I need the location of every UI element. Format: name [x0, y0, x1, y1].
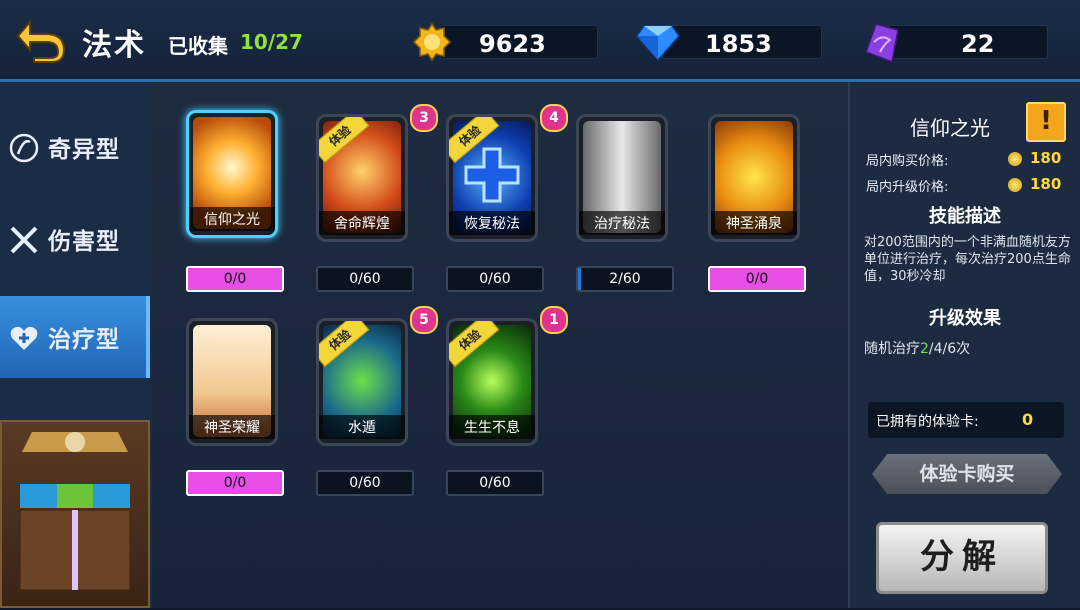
tab-damage[interactable]: 伤害型	[0, 198, 150, 280]
card-name: 神圣荣耀	[189, 415, 275, 439]
spell-card-endless-life[interactable]: 体验 生生不息	[446, 318, 538, 446]
diamond-icon	[636, 25, 680, 62]
diamond-value: 1853	[705, 30, 772, 58]
upgrade-effect-text: 随机治疗2/4/6次	[864, 338, 970, 358]
spell-card-sacrifice-glory[interactable]: 体验 舍命辉煌	[316, 114, 408, 242]
heart-plus-icon	[10, 326, 38, 350]
tab-heal-label: 治疗型	[48, 327, 120, 353]
detail-spell-name: 信仰之光	[910, 116, 990, 140]
upgrade-suffix: /4/6次	[928, 341, 971, 357]
collected-count: 10/27	[240, 30, 303, 54]
card-name: 舍命辉煌	[319, 211, 405, 235]
card-progress: 0/60	[316, 470, 414, 496]
card-name: 信仰之光	[189, 207, 275, 231]
card-name: 神圣涌泉	[711, 211, 797, 235]
card-name: 水遁	[319, 415, 405, 439]
diamond-counter: 1853	[662, 25, 822, 59]
tab-damage-label: 伤害型	[48, 229, 120, 255]
gold-counter: 9623	[440, 25, 598, 59]
tab-heal[interactable]: 治疗型	[0, 296, 150, 378]
info-warning-button[interactable]: !	[1026, 102, 1066, 142]
upgrade-price-value: 180	[1030, 175, 1062, 193]
card-progress: 0/60	[446, 266, 544, 292]
spell-card-holy-glory[interactable]: 神圣荣耀	[186, 318, 278, 446]
spell-grid: 信仰之光 0/0 体验 舍命辉煌 3 0/60 体验 恢复秘法 4 0/60 治…	[152, 82, 848, 608]
tab-strange-label: 奇异型	[48, 137, 120, 163]
card-progress: 0/60	[316, 266, 414, 292]
coin-icon	[1008, 152, 1022, 166]
swirl-icon	[9, 133, 39, 163]
card-progress: 0/60	[446, 470, 544, 496]
skill-description: 对200范围内的一个非满血随机友方单位进行治疗，每次治疗200点生命值，30秒冷…	[864, 235, 1071, 284]
upgrade-prefix: 随机治疗	[864, 341, 920, 357]
count-badge: 4	[540, 104, 568, 132]
card-progress: 0/0	[186, 470, 284, 496]
spell-card-holy-spring[interactable]: 神圣涌泉	[708, 114, 800, 242]
crystal-counter: 22	[888, 25, 1048, 59]
gold-value: 9623	[479, 30, 546, 58]
count-badge: 5	[410, 306, 438, 334]
crystal-value: 22	[961, 30, 995, 58]
collected-label: 已收集	[168, 34, 228, 58]
spell-detail-panel: 信仰之光 ! 局内购买价格: 180 局内升级价格: 180 技能描述 对200…	[848, 82, 1080, 608]
crossed-swords-icon	[10, 226, 38, 254]
upgrade-effect-heading: 升级效果	[929, 308, 1001, 329]
tab-strange[interactable]: 奇异型	[0, 106, 150, 188]
top-bar: 法术 已收集 10/27 9623 1853 22	[0, 0, 1080, 82]
gold-gear-icon	[412, 22, 452, 62]
treasure-chest-shop[interactable]	[0, 420, 150, 608]
page-title: 法术	[82, 28, 146, 63]
purple-crystal-icon	[865, 23, 899, 64]
buy-price-label: 局内购买价格:	[866, 154, 949, 169]
skill-desc-heading: 技能描述	[929, 206, 1001, 227]
card-name: 恢复秘法	[449, 211, 535, 235]
buy-trial-card-button[interactable]: 体验卡购买	[872, 454, 1062, 494]
coin-icon	[1008, 178, 1022, 192]
owned-label: 已拥有的体验卡:	[876, 414, 979, 430]
upgrade-current: 2	[920, 341, 929, 357]
owned-trial-cards: 已拥有的体验卡: 0	[868, 402, 1064, 438]
card-name: 治疗秘法	[579, 211, 665, 235]
decompose-button[interactable]: 分解	[876, 522, 1048, 594]
card-name: 生生不息	[449, 415, 535, 439]
owned-count: 0	[1022, 410, 1034, 429]
card-progress: 0/0	[186, 266, 284, 292]
card-progress: 0/0	[708, 266, 806, 292]
category-tabs: 奇异型 伤害型 治疗型	[0, 82, 152, 608]
chest-icon	[19, 432, 131, 591]
spell-card-water-escape[interactable]: 体验 水遁	[316, 318, 408, 446]
count-badge: 1	[540, 306, 568, 334]
spell-card-healing-secret[interactable]: 治疗秘法	[576, 114, 668, 242]
upgrade-price-label: 局内升级价格:	[866, 180, 949, 195]
buy-price-value: 180	[1030, 149, 1062, 167]
spell-card-recovery-secret[interactable]: 体验 恢复秘法	[446, 114, 538, 242]
back-arrow-icon[interactable]	[14, 14, 66, 64]
card-progress: 2/60	[576, 266, 674, 292]
count-badge: 3	[410, 104, 438, 132]
spell-card-faith-light[interactable]: 信仰之光	[186, 110, 278, 238]
